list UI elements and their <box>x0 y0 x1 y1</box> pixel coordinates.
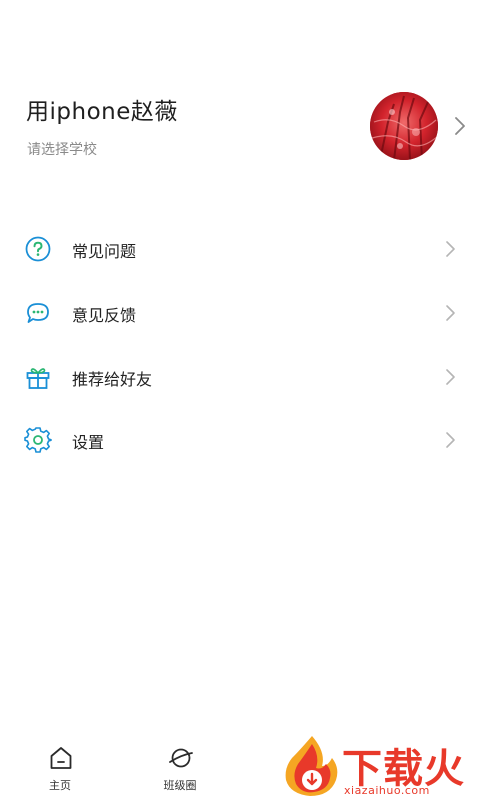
menu-item-label: 设置 <box>72 433 105 452</box>
gear-icon <box>24 427 52 453</box>
tab-home-label: 主页 <box>49 779 71 792</box>
menu-item-label: 意见反馈 <box>72 306 137 325</box>
chevron-right-icon <box>446 305 455 321</box>
tab-home[interactable]: 主页 <box>25 735 95 800</box>
watermark: 下载火 xiazaihuo.com <box>282 732 480 800</box>
tab-class-circle[interactable]: 班级圈 <box>145 735 215 800</box>
profile-name: 用iphone赵薇 <box>26 99 178 125</box>
profile-header[interactable]: 用iphone赵薇 请选择学校 <box>0 0 480 200</box>
flame-logo-icon <box>285 736 338 796</box>
tab-class-circle-label: 班级圈 <box>163 779 197 792</box>
menu-item-label: 推荐给好友 <box>72 370 153 389</box>
planet-icon <box>169 748 193 768</box>
chat-bubbles-icon <box>27 303 49 323</box>
menu-item-recommend[interactable]: 推荐给好友 <box>0 346 480 408</box>
menu-item-label: 常见问题 <box>72 242 137 261</box>
gift-icon <box>26 368 50 389</box>
watermark-url: xiazaihuo.com <box>344 784 430 797</box>
chevron-right-icon <box>446 432 455 448</box>
home-icon <box>50 747 72 769</box>
menu-item-feedback[interactable]: 意见反馈 <box>0 282 480 344</box>
school-selector[interactable]: 请选择学校 <box>27 139 97 159</box>
help-circle-icon <box>25 236 51 262</box>
avatar[interactable] <box>370 92 438 160</box>
chevron-right-icon <box>455 117 465 135</box>
menu-item-faq[interactable]: 常见问题 <box>0 218 480 280</box>
menu-item-settings[interactable]: 设置 <box>0 409 480 471</box>
chevron-right-icon <box>446 241 455 257</box>
chevron-right-icon <box>446 369 455 385</box>
